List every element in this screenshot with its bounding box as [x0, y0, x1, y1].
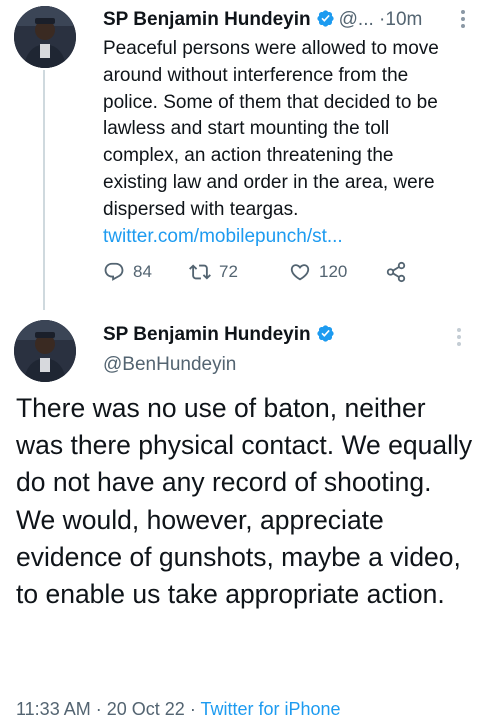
tweet-metadata: 11:33 AM · 20 Oct 22 · Twitter for iPhon…	[16, 697, 341, 720]
reply-button[interactable]: 84	[103, 259, 152, 285]
reply-icon	[104, 262, 124, 281]
avatar[interactable]	[14, 320, 76, 382]
author-name[interactable]: SP Benjamin Hundeyin	[103, 9, 311, 30]
tweet-actions: 84 72 120	[103, 259, 443, 285]
retweet-button[interactable]: 72	[189, 259, 238, 285]
separator-dot: ·	[95, 699, 102, 719]
tweet-text-content: Peaceful persons were allowed to move ar…	[103, 38, 439, 220]
tweet-header: SP Benjamin Hundeyin	[103, 322, 339, 348]
more-icon[interactable]	[459, 8, 467, 30]
author-handle[interactable]: @...	[339, 9, 374, 30]
tweet-header: SP Benjamin Hundeyin @... ·10m	[103, 7, 469, 33]
like-button[interactable]: 120	[289, 259, 347, 285]
tweet-text: There was no use of baton, neither was t…	[16, 393, 473, 610]
like-icon	[290, 264, 310, 281]
retweet-icon	[189, 264, 211, 280]
avatar-image	[14, 6, 76, 68]
thread-connector-line	[43, 70, 45, 310]
share-icon	[386, 261, 406, 283]
separator-dot: ·	[189, 699, 196, 719]
reply-count: 84	[133, 262, 152, 281]
retweet-count: 72	[219, 262, 238, 281]
avatar-image	[14, 320, 76, 382]
share-button[interactable]	[385, 259, 407, 285]
tweet-time[interactable]: 10m	[385, 9, 422, 30]
tweet-text: Peaceful persons were allowed to move ar…	[103, 36, 463, 250]
author-handle[interactable]: @BenHundeyin	[103, 352, 236, 378]
like-count: 120	[319, 262, 348, 281]
tweet-link[interactable]: twitter.com/mobilepunch/st...	[103, 226, 343, 247]
verified-badge-icon	[317, 325, 334, 342]
tweet-time[interactable]: 11:33 AM	[16, 699, 91, 719]
tweet-source[interactable]: Twitter for iPhone	[201, 699, 341, 719]
author-name[interactable]: SP Benjamin Hundeyin	[103, 324, 311, 345]
tweet-date[interactable]: 20 Oct 22	[107, 699, 185, 719]
verified-badge-icon	[317, 10, 334, 27]
more-icon[interactable]	[455, 326, 463, 348]
avatar[interactable]	[14, 6, 76, 68]
